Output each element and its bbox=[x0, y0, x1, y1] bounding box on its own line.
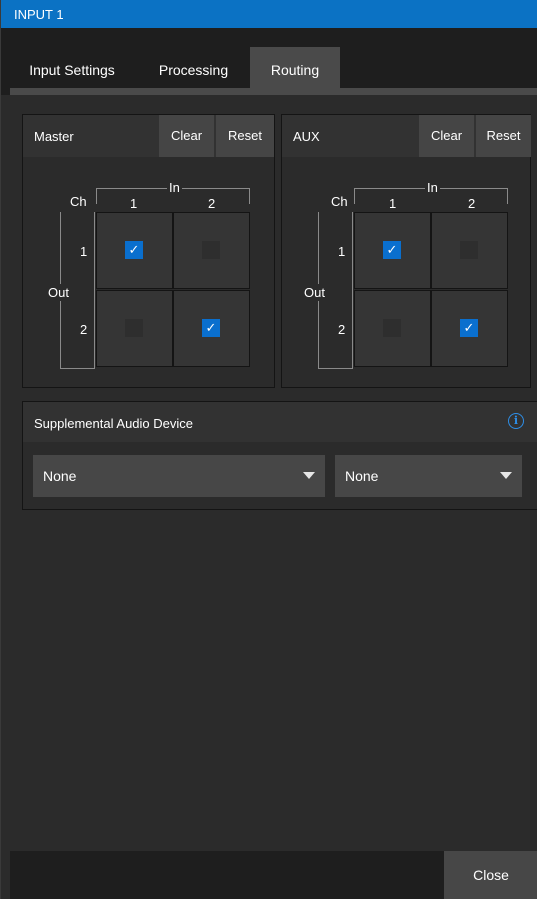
master-in-label: In bbox=[167, 180, 182, 195]
right-dropdown-value: None bbox=[345, 468, 379, 484]
aux-out-label: Out bbox=[304, 284, 325, 301]
master-routing-panel: Master Clear Reset In Ch 1 2 1 2 Out ✓ ✓ bbox=[22, 114, 275, 388]
aux-cell-1-1: ✓ bbox=[354, 212, 431, 289]
aux-cell-2-2: ✓ bbox=[431, 290, 508, 367]
aux-row-1-label: 1 bbox=[338, 244, 346, 259]
footer-bar: Close bbox=[10, 851, 537, 899]
tab-processing[interactable]: Processing bbox=[146, 47, 241, 94]
aux-row-2-label: 2 bbox=[338, 322, 346, 337]
master-col-2-label: 2 bbox=[208, 196, 216, 211]
aux-col-2-label: 2 bbox=[468, 196, 476, 211]
master-panel-header: Master Clear Reset bbox=[23, 115, 274, 157]
aux-ch-label: Ch bbox=[331, 194, 348, 209]
aux-route-checkbox-1-2[interactable] bbox=[460, 241, 478, 259]
aux-routing-panel: AUX Clear Reset In Ch 1 2 1 2 Out ✓ ✓ bbox=[281, 114, 531, 388]
left-dropdown-value: None bbox=[43, 468, 77, 484]
aux-reset-button[interactable]: Reset bbox=[476, 115, 531, 157]
tab-routing[interactable]: Routing bbox=[250, 47, 340, 94]
master-row-1-label: 1 bbox=[80, 244, 88, 259]
master-cell-1-1: ✓ bbox=[96, 212, 173, 289]
aux-panel-header: AUX Clear Reset bbox=[282, 115, 531, 157]
supplemental-audio-right-dropdown[interactable]: None bbox=[335, 455, 522, 497]
close-button[interactable]: Close bbox=[444, 851, 537, 899]
master-ch-label: Ch bbox=[70, 194, 87, 209]
tab-strip: Input Settings Processing Routing bbox=[1, 28, 537, 95]
window-title: INPUT 1 bbox=[14, 7, 64, 22]
master-out-label: Out bbox=[48, 284, 69, 301]
master-route-checkbox-2-2[interactable]: ✓ bbox=[202, 319, 220, 337]
master-route-checkbox-2-1[interactable] bbox=[125, 319, 143, 337]
supplemental-audio-label: Supplemental Audio Device bbox=[34, 416, 193, 431]
master-label: Master bbox=[34, 129, 74, 144]
tab-underline bbox=[10, 88, 537, 95]
aux-route-checkbox-1-1[interactable]: ✓ bbox=[383, 241, 401, 259]
aux-clear-button[interactable]: Clear bbox=[419, 115, 474, 157]
aux-cell-2-1 bbox=[354, 290, 431, 367]
master-route-checkbox-1-2[interactable] bbox=[202, 241, 220, 259]
aux-cell-1-2 bbox=[431, 212, 508, 289]
supplemental-panel-header: Supplemental Audio Device bbox=[23, 402, 537, 442]
master-clear-button[interactable]: Clear bbox=[159, 115, 214, 157]
title-bar: INPUT 1 bbox=[1, 0, 537, 28]
supplemental-audio-left-dropdown[interactable]: None bbox=[33, 455, 325, 497]
aux-route-checkbox-2-2[interactable]: ✓ bbox=[460, 319, 478, 337]
master-reset-button[interactable]: Reset bbox=[216, 115, 274, 157]
chevron-down-icon bbox=[500, 472, 512, 479]
aux-in-label: In bbox=[425, 180, 440, 195]
input-settings-window: INPUT 1 Input Settings Processing Routin… bbox=[0, 0, 537, 899]
tab-input-settings[interactable]: Input Settings bbox=[15, 47, 129, 94]
master-cell-2-2: ✓ bbox=[173, 290, 250, 367]
master-col-1-label: 1 bbox=[130, 196, 138, 211]
chevron-down-icon bbox=[303, 472, 315, 479]
info-icon[interactable]: i bbox=[508, 413, 524, 429]
aux-route-checkbox-2-1[interactable] bbox=[383, 319, 401, 337]
master-row-2-label: 2 bbox=[80, 322, 88, 337]
master-cell-1-2 bbox=[173, 212, 250, 289]
aux-label: AUX bbox=[293, 129, 320, 144]
master-route-checkbox-1-1[interactable]: ✓ bbox=[125, 241, 143, 259]
master-cell-2-1 bbox=[96, 290, 173, 367]
aux-col-1-label: 1 bbox=[389, 196, 397, 211]
